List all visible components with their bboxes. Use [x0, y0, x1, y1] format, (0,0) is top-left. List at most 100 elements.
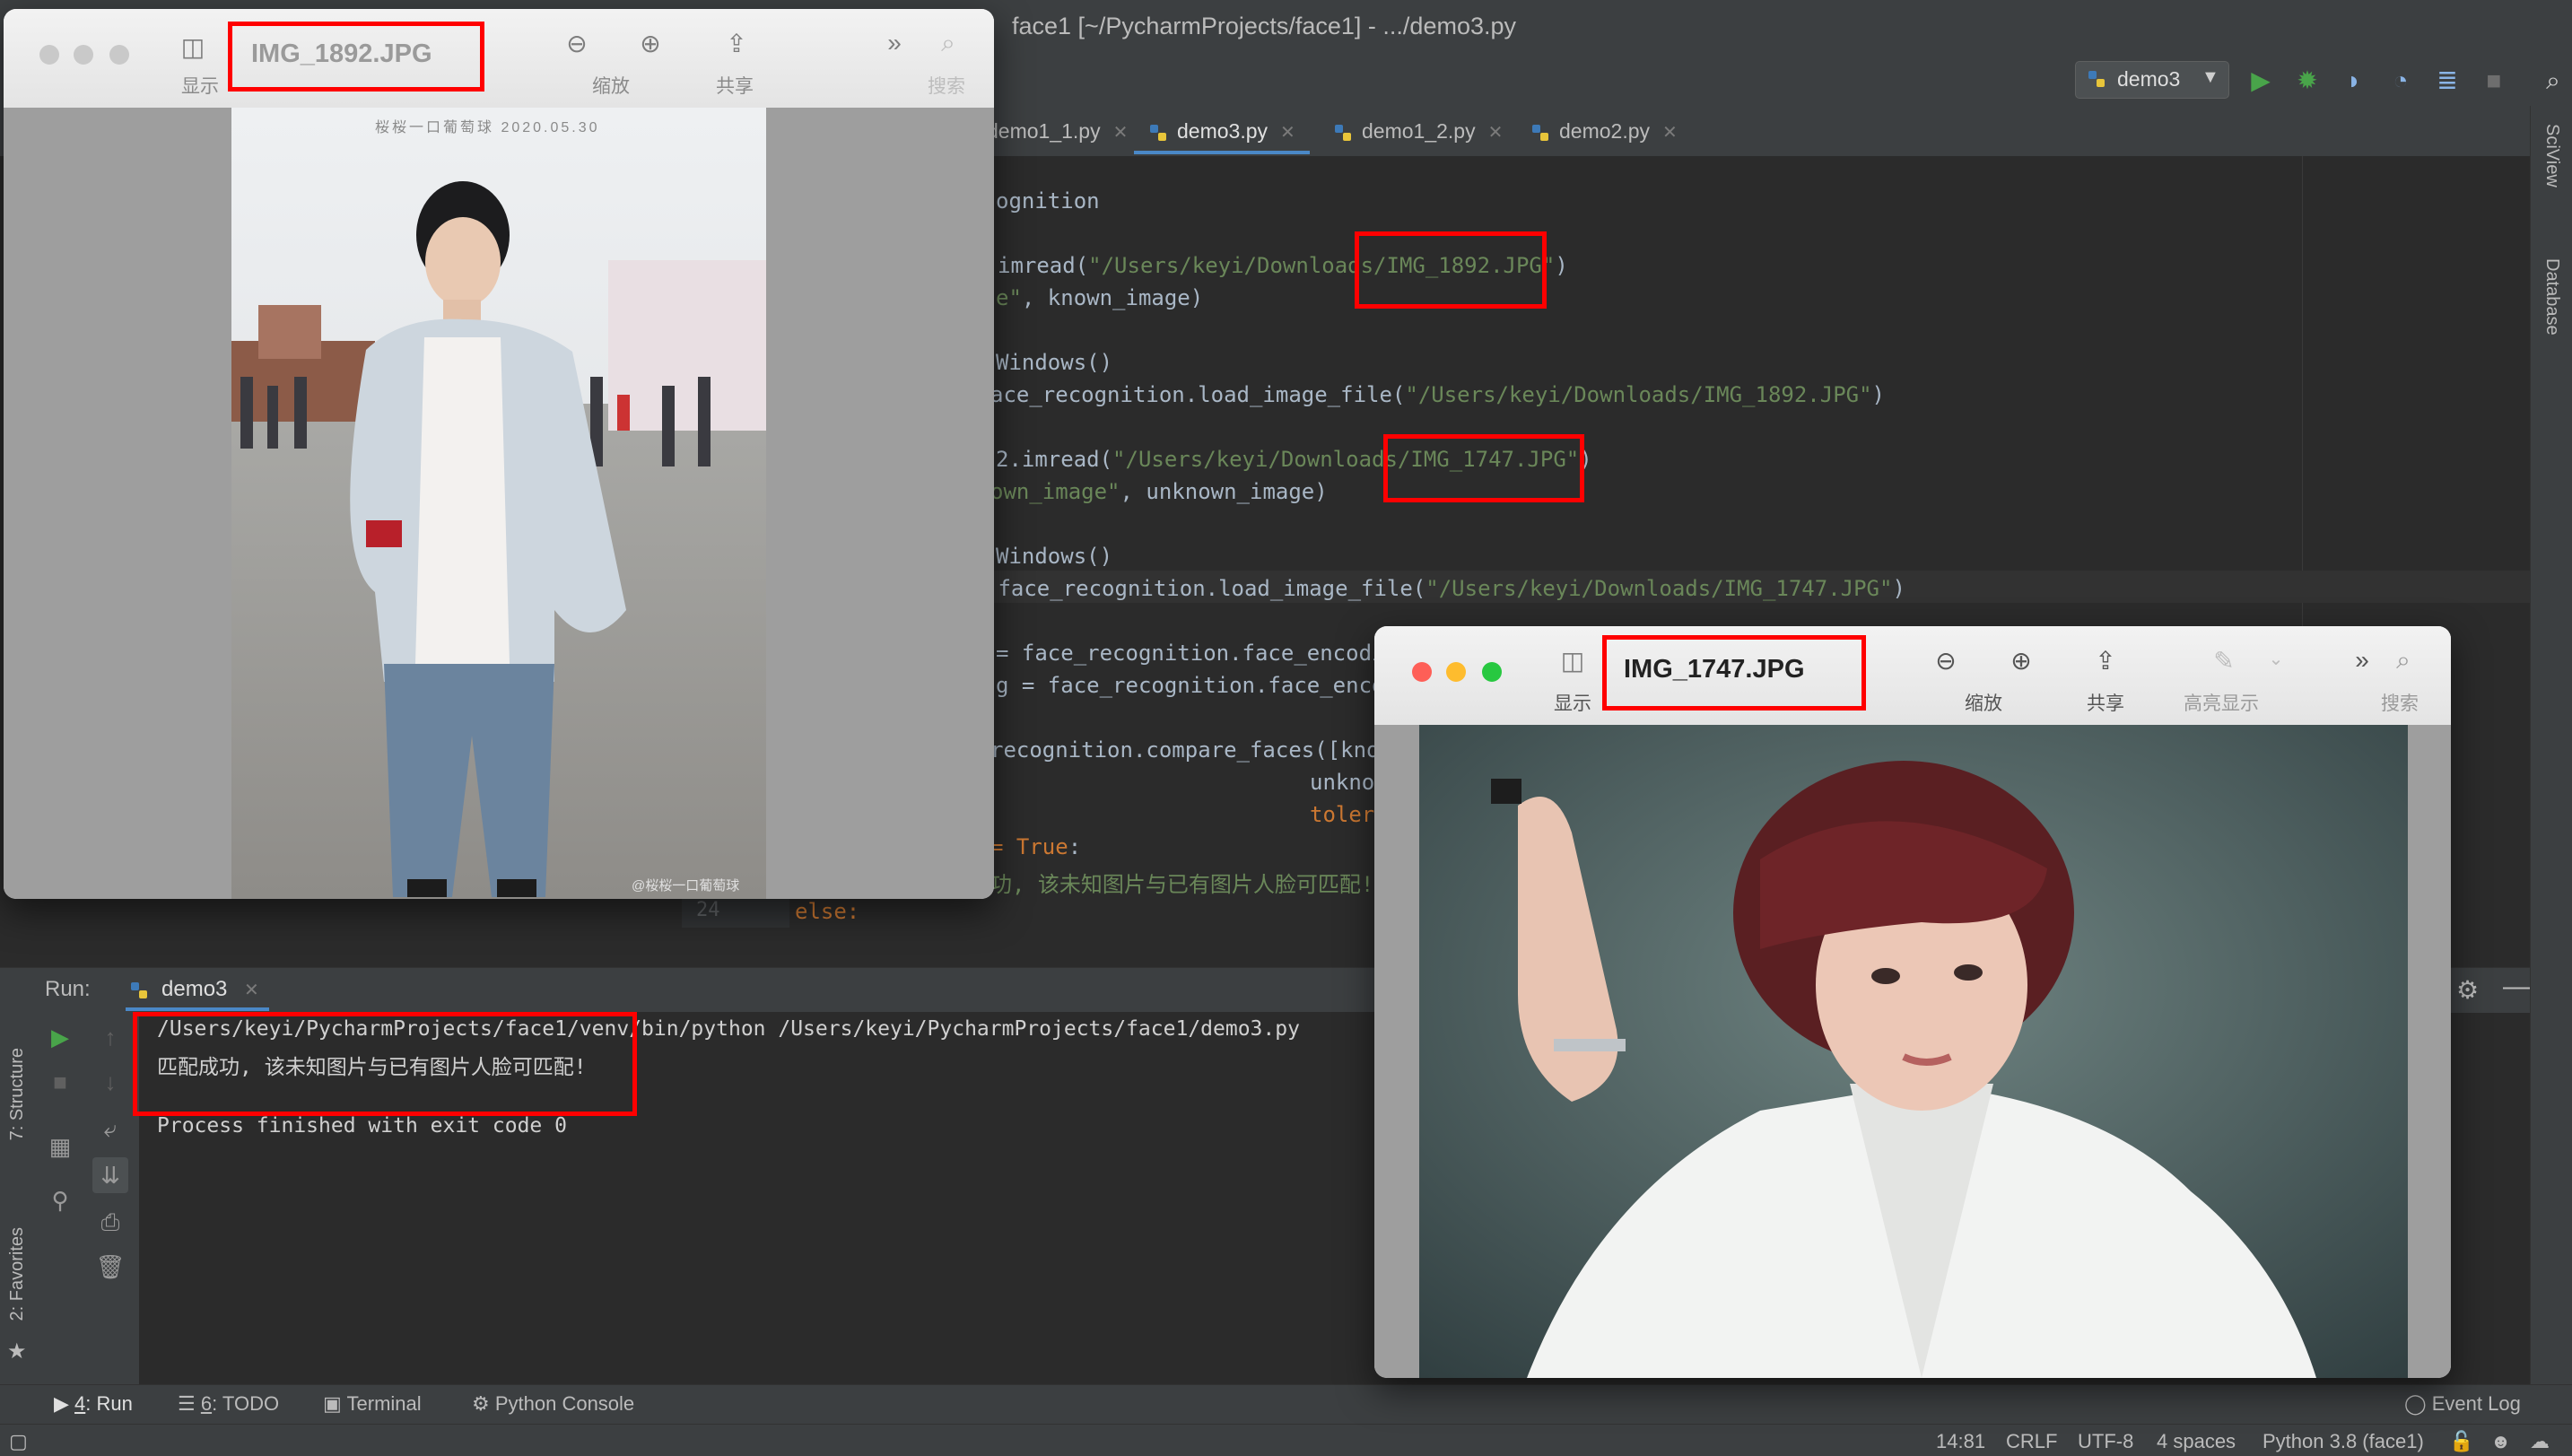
notification-icon[interactable]: ☁ [2530, 1430, 2550, 1453]
code-line: recognition.compare_faces([know [990, 737, 1392, 763]
soft-wrap-icon[interactable]: ⤶ [92, 1111, 128, 1146]
photo-watermark: @桜桜一口葡萄球 [632, 878, 740, 894]
tab-demo1-2[interactable]: demo1_2.py ✕ [1333, 106, 1503, 156]
run-icon[interactable]: ▶ [2243, 63, 2279, 99]
code-line: face_recognition.load_image_file("/Users… [985, 576, 1905, 601]
line-number: 24 [696, 899, 720, 921]
indent-setting[interactable]: 4 spaces [2157, 1430, 2236, 1453]
tab-demo1-1[interactable]: demo1_1.py ✕ [987, 106, 1128, 156]
search-icon[interactable]: ⌕ [2535, 63, 2571, 99]
run-configuration-dropdown[interactable]: demo3 ▼ [2075, 61, 2229, 99]
terminal-tool-tab[interactable]: ▣ Terminal [323, 1392, 422, 1416]
console-line: Process finished with exit code 0 [157, 1114, 567, 1138]
preview-toolbar: ◫ 显示 IMG_1747.JPG ⊖ ⊕ 缩放 ⇪ 共享 ✎ ⌄ 高亮显示 »… [1374, 626, 2451, 726]
code-line: toler [1310, 802, 1375, 827]
zoom-label: 缩放 [1965, 693, 2002, 714]
zoom-out-icon[interactable]: ⊖ [554, 29, 599, 58]
run-configuration-label: demo3 [2117, 67, 2181, 91]
profile-icon[interactable]: ◔ [2383, 63, 2419, 99]
code-line: unkno [1310, 770, 1375, 795]
event-log-button[interactable]: ◯ Event Log [2404, 1392, 2521, 1416]
show-label: 显示 [1554, 693, 1591, 714]
window-minimize-button[interactable] [1446, 662, 1466, 682]
trash-icon[interactable]: 🗑 [92, 1249, 128, 1285]
tab-demo2[interactable]: demo2.py ✕ [1530, 106, 1678, 156]
window-minimize-button[interactable] [74, 45, 93, 65]
line-separator[interactable]: CRLF [2006, 1430, 2057, 1453]
print-icon[interactable]: ⎙ [92, 1204, 128, 1240]
code-line: g = face_recognition.face_encod [996, 673, 1398, 698]
python-interpreter[interactable]: Python 3.8 (face1) [2262, 1430, 2424, 1453]
toggle-panels-icon[interactable]: ▢ [9, 1430, 28, 1453]
highlight-pen-icon[interactable]: ✎ [2201, 646, 2246, 676]
search-label: 搜索 [2381, 693, 2419, 714]
lock-icon[interactable]: 🔓 [2449, 1430, 2473, 1453]
more-tools-icon[interactable]: » [2340, 646, 2385, 675]
code-line: ognition [996, 188, 1100, 214]
layout-icon[interactable]: ▦ [42, 1129, 78, 1164]
stop-icon[interactable]: ■ [2476, 63, 2512, 99]
window-close-button[interactable] [39, 45, 59, 65]
code-line: = True: [990, 834, 1082, 859]
show-label: 显示 [181, 76, 219, 97]
window-zoom-button[interactable] [1482, 662, 1502, 682]
python-file-icon [1335, 124, 1351, 141]
favorites-tool-button[interactable]: 2: Favorites [7, 1227, 28, 1321]
search-icon[interactable]: ⌕ [926, 29, 971, 58]
bottom-tool-bar: ▶ 4: Run ☰ 6: TODO ▣ Terminal ⚙ Python C… [0, 1384, 2572, 1425]
concurrency-icon[interactable]: ≣ [2429, 63, 2465, 99]
debug-icon[interactable]: ✹ [2289, 63, 2325, 99]
gear-icon[interactable]: ⚙ [2456, 975, 2479, 1005]
zoom-out-icon[interactable]: ⊖ [1923, 646, 1968, 676]
chevron-down-icon: ▼ [2201, 67, 2219, 87]
file-encoding[interactable]: UTF-8 [2078, 1430, 2133, 1453]
arrow-up-icon[interactable]: ↑ [92, 1019, 128, 1055]
highlight-label: 高亮显示 [2184, 693, 2259, 714]
code-line: 功, 该未知图片与已有图片人脸可匹配! [990, 872, 1374, 897]
tab-demo3[interactable]: demo3.py ✕ [1148, 106, 1295, 156]
preview-window-img-1892: ◫ 显示 IMG_1892.JPG ⊖ ⊕ 缩放 ⇪ 共享 » ⌕ 搜索 桜桜一… [4, 9, 994, 899]
window-title: IMG_1892.JPG [251, 39, 432, 68]
sidebar-icon[interactable]: ◫ [1550, 646, 1595, 676]
run-tab-demo3[interactable]: demo3 [161, 977, 227, 1002]
tab-label: demo1_1.py [987, 119, 1101, 143]
code-line: own_image", unknown_image) [990, 479, 1328, 504]
share-icon[interactable]: ⇪ [2083, 646, 2128, 676]
chevron-down-icon[interactable]: ⌄ [2254, 648, 2298, 670]
cursor-position[interactable]: 14:81 [1936, 1430, 1985, 1453]
window-close-button[interactable] [1412, 662, 1432, 682]
rerun-icon[interactable]: ▶ [42, 1019, 78, 1055]
close-icon[interactable]: ✕ [1280, 123, 1295, 143]
more-tools-icon[interactable]: » [872, 29, 917, 57]
coverage-icon[interactable]: ◗ [2336, 63, 2372, 99]
sidebar-icon[interactable]: ◫ [170, 32, 215, 62]
code-line: Windows() [996, 544, 1113, 569]
minimize-icon[interactable]: — [2503, 972, 2530, 1002]
zoom-in-icon[interactable]: ⊕ [628, 29, 673, 58]
code-line: Windows() [996, 350, 1113, 375]
run-tool-tab[interactable]: ▶ 4: Run [54, 1392, 133, 1416]
zoom-label: 缩放 [592, 76, 630, 97]
share-icon[interactable]: ⇪ [714, 29, 759, 58]
star-icon: ★ [7, 1339, 27, 1364]
pin-icon[interactable]: ⚲ [42, 1182, 78, 1218]
search-icon[interactable]: ⌕ [2381, 646, 2426, 676]
zoom-in-icon[interactable]: ⊕ [1999, 646, 2044, 676]
preview-toolbar: ◫ 显示 IMG_1892.JPG ⊖ ⊕ 缩放 ⇪ 共享 » ⌕ 搜索 [4, 9, 994, 109]
close-icon[interactable]: ✕ [1113, 123, 1129, 143]
photo-caption: 桜桜一口葡萄球 2020.05.30 [375, 120, 600, 135]
scroll-to-end-icon[interactable]: ⇊ [92, 1157, 128, 1193]
tab-label: demo3.py [1177, 119, 1269, 143]
stop-icon[interactable]: ■ [42, 1064, 78, 1100]
arrow-down-icon[interactable]: ↓ [92, 1064, 128, 1100]
python-console-tool-tab[interactable]: ⚙ Python Console [472, 1392, 634, 1416]
close-icon[interactable]: ✕ [1662, 123, 1678, 143]
database-tool-button[interactable]: Database [2541, 258, 2562, 336]
close-icon[interactable]: ✕ [1488, 123, 1504, 143]
sciview-tool-button[interactable]: SciView [2541, 124, 2562, 187]
inspector-icon[interactable]: ☻ [2490, 1430, 2511, 1453]
todo-tool-tab[interactable]: ☰ 6: TODO [178, 1392, 279, 1416]
close-icon[interactable]: ✕ [244, 979, 259, 1001]
window-zoom-button[interactable] [109, 45, 129, 65]
structure-tool-button[interactable]: 7: Structure [7, 1048, 28, 1140]
